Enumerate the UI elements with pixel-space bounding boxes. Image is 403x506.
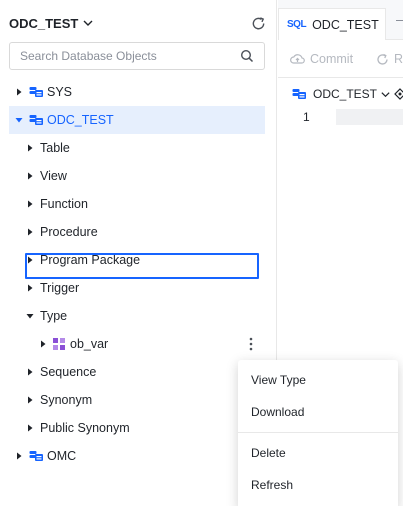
tree-node-omc[interactable]: OMC <box>9 442 265 470</box>
caret-right-icon[interactable] <box>25 256 34 265</box>
current-line-highlight[interactable] <box>336 109 403 125</box>
caret-right-icon[interactable] <box>14 452 23 461</box>
tree-node-label: Trigger <box>40 281 80 295</box>
sql-icon: SQL <box>287 19 307 30</box>
tree-node-label: Program Package <box>40 253 141 267</box>
caret-down-icon[interactable] <box>25 312 34 321</box>
database-icon <box>29 87 43 97</box>
caret-right-icon[interactable] <box>25 228 34 237</box>
menu-item-download[interactable]: Download <box>238 396 398 428</box>
tree-node-label: Function <box>40 197 88 211</box>
tree-node-label: ob_var <box>70 337 109 351</box>
tree-node-sys[interactable]: SYS <box>9 78 265 106</box>
caret-right-icon[interactable] <box>25 200 34 209</box>
chevron-down-icon <box>83 20 93 26</box>
caret-down-icon[interactable] <box>14 116 23 125</box>
line-number: 1 <box>303 110 310 124</box>
tree-node-label: Procedure <box>40 225 98 239</box>
caret-right-icon[interactable] <box>25 172 34 181</box>
tree-node-procedure[interactable]: Procedure <box>9 218 265 246</box>
type-object-icon <box>53 338 65 350</box>
tree-node-odc-test[interactable]: ODC_TEST <box>9 106 265 134</box>
tab-odc-test[interactable]: SQL ODC_TEST <box>278 8 386 40</box>
tree-node-program-package[interactable]: Program Package <box>9 246 265 274</box>
search-input[interactable] <box>20 49 240 63</box>
caret-right-icon[interactable] <box>25 396 34 405</box>
rollback-icon <box>377 53 388 65</box>
refresh-button[interactable] <box>249 14 267 32</box>
rollback-label: R <box>394 52 403 66</box>
tree-node-label: Table <box>40 141 70 155</box>
refresh-icon <box>252 16 264 29</box>
tree-node-synonym[interactable]: Synonym <box>9 386 265 414</box>
database-icon <box>292 89 306 99</box>
target-icon[interactable] <box>394 88 403 100</box>
connection-selector[interactable]: ODC_TEST <box>292 87 403 101</box>
tree-node-function[interactable]: Function <box>9 190 265 218</box>
object-tree: SYS ODC_TEST Table View Function Procedu… <box>9 78 265 470</box>
database-title: ODC_TEST <box>9 15 79 31</box>
tree-node-label: Sequence <box>40 365 97 379</box>
database-icon <box>29 451 43 461</box>
database-selector[interactable]: ODC_TEST <box>9 14 94 32</box>
caret-right-icon[interactable] <box>25 368 34 377</box>
tree-node-label: Type <box>40 309 68 323</box>
tree-node-trigger[interactable]: Trigger <box>9 274 265 302</box>
menu-item-refresh[interactable]: Refresh <box>238 469 398 501</box>
caret-right-icon[interactable] <box>25 284 34 293</box>
more-vertical-icon[interactable] <box>249 337 253 351</box>
caret-right-icon[interactable] <box>25 424 34 433</box>
object-sidebar: ODC_TEST SYS ODC_TEST Table View F <box>0 0 277 506</box>
search-box <box>9 42 265 70</box>
menu-item-delete[interactable]: Delete <box>238 437 398 469</box>
tree-node-label: Public Synonym <box>40 421 130 435</box>
caret-right-icon[interactable] <box>38 340 47 349</box>
tree-node-view[interactable]: View <box>9 162 265 190</box>
tab-bar: SQL ODC_TEST <box>278 0 403 40</box>
caret-right-icon[interactable] <box>25 144 34 153</box>
caret-right-icon[interactable] <box>14 88 23 97</box>
tab-overflow-indicator <box>396 20 403 21</box>
tree-node-table[interactable]: Table <box>9 134 265 162</box>
database-icon <box>29 115 43 125</box>
menu-item-view-type[interactable]: View Type <box>238 364 398 396</box>
commit-icon <box>290 54 305 64</box>
search-icon[interactable] <box>240 49 254 63</box>
rollback-button[interactable]: R <box>376 52 403 66</box>
tree-node-label: OMC <box>47 449 77 463</box>
tab-label: ODC_TEST <box>312 17 379 32</box>
tree-node-public-synonym[interactable]: Public Synonym <box>9 414 265 442</box>
tree-node-type[interactable]: Type <box>9 302 265 330</box>
commit-label: Commit <box>310 52 354 66</box>
chevron-down-icon <box>381 91 390 97</box>
commit-button[interactable]: Commit <box>290 52 353 66</box>
tree-node-label: SYS <box>47 85 73 99</box>
editor-toolbar: Commit R <box>278 40 403 78</box>
tree-node-label: View <box>40 169 67 183</box>
tree-node-ob-var[interactable]: ob_var <box>9 330 265 358</box>
tree-node-label: ODC_TEST <box>47 113 114 127</box>
context-menu: View Type Download Delete Refresh <box>238 360 398 506</box>
tree-node-label: Synonym <box>40 393 93 407</box>
menu-divider <box>238 432 398 433</box>
connection-label: ODC_TEST <box>313 87 378 101</box>
tree-node-sequence[interactable]: Sequence <box>9 358 265 386</box>
